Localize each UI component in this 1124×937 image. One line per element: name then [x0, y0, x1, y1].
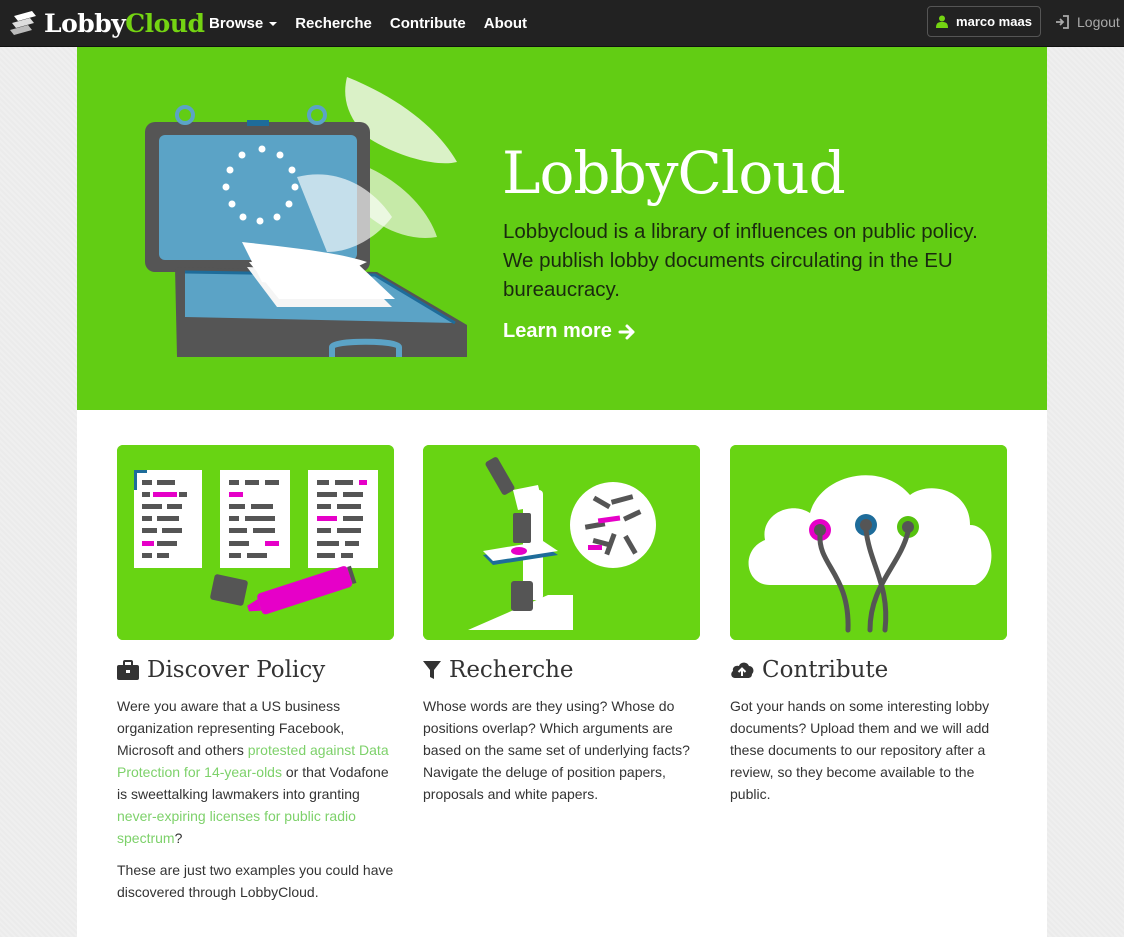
page-container: LobbyCloud Lobbycloud is a library of in… — [77, 47, 1047, 937]
top-navbar: LobbyCloud Browse Recherche Contribute A… — [0, 0, 1124, 47]
briefcase-icon — [117, 660, 139, 680]
recherche-text: Whose words are they using? Whose do pos… — [423, 695, 700, 815]
hero-lead: Lobbycloud is a library of influences on… — [503, 220, 978, 301]
caret-down-icon — [269, 21, 278, 26]
discover-heading: Discover Policy — [117, 657, 325, 683]
cloud-cables-illustration — [730, 445, 1007, 640]
contribute-paragraph: Got your hands on some interesting lobby… — [730, 698, 990, 802]
user-name: marco maas — [956, 14, 1032, 29]
hero-title: LobbyCloud — [502, 139, 846, 207]
briefcase-illustration — [145, 77, 467, 357]
sign-in-icon — [1056, 14, 1069, 29]
cloud-upload-icon — [731, 662, 754, 678]
user-icon — [936, 15, 949, 28]
feature-recherche: Recherche Whose words are they using? Wh… — [423, 445, 700, 802]
microscope-illustration — [423, 445, 700, 640]
nav-contribute[interactable]: Contribute — [390, 15, 466, 32]
contribute-heading: Contribute — [730, 657, 888, 683]
discover-text: Were you aware that a US business organi… — [117, 695, 394, 913]
recherche-heading: Recherche — [423, 657, 574, 683]
nav-about[interactable]: About — [484, 15, 527, 32]
learn-more-link[interactable]: Learn more — [503, 320, 636, 343]
nav-recherche[interactable]: Recherche — [295, 15, 372, 32]
radio-spectrum-link[interactable]: never-expiring licenses for public radio… — [117, 808, 356, 846]
recherche-paragraph: Whose words are they using? Whose do pos… — [423, 698, 690, 802]
user-account-button[interactable]: marco maas — [927, 6, 1041, 37]
discover-paragraph-2: These are just two examples you could ha… — [117, 862, 394, 900]
main-nav: Browse Recherche Contribute About — [209, 0, 545, 47]
brand-name: LobbyCloud — [44, 8, 205, 38]
hero-jumbotron: LobbyCloud Lobbycloud is a library of in… — [77, 47, 1047, 410]
nav-browse-dropdown[interactable]: Browse — [209, 15, 278, 32]
filter-icon — [423, 661, 441, 679]
stack-logo-icon — [10, 11, 36, 35]
feature-contribute: Contribute Got your hands on some intere… — [730, 445, 1007, 802]
feature-discover: Discover Policy Were you aware that a US… — [117, 445, 394, 900]
discover-paragraph-1: Were you aware that a US business organi… — [117, 698, 389, 846]
logout-link[interactable]: Logout — [1055, 0, 1120, 43]
documents-highlighter-illustration — [117, 445, 394, 640]
contribute-text: Got your hands on some interesting lobby… — [730, 695, 1007, 815]
arrow-right-icon — [618, 324, 635, 339]
brand-logo-link[interactable]: LobbyCloud — [10, 6, 205, 40]
